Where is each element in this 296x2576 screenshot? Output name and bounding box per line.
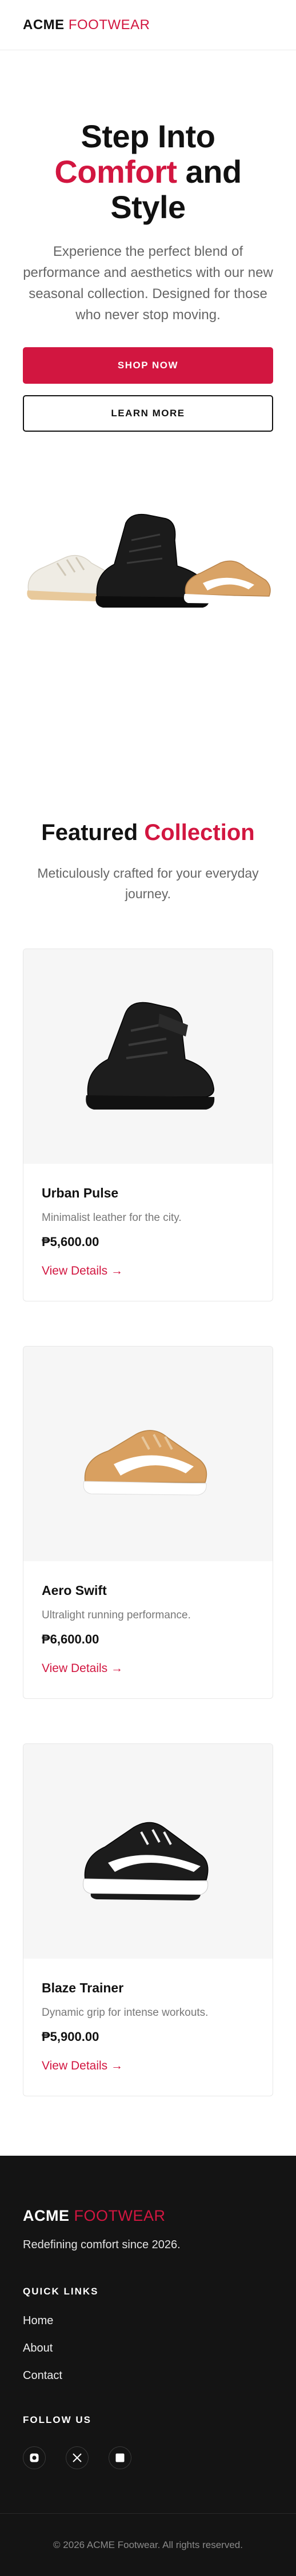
square-icon bbox=[115, 2453, 125, 2462]
product-price: ₱5,600.00 bbox=[42, 1235, 99, 1249]
product-card-body: Aero Swift Ultralight running performanc… bbox=[23, 1561, 273, 1698]
footer-brand-logo[interactable]: ACME FOOTWEAR bbox=[23, 2207, 273, 2225]
learn-more-button[interactable]: LEARN MORE bbox=[23, 395, 273, 432]
shop-now-button[interactable]: SHOP NOW bbox=[23, 347, 273, 384]
brand-logo[interactable]: ACME FOOTWEAR bbox=[23, 17, 150, 33]
quick-links-heading: QUICK LINKS bbox=[23, 2286, 99, 2297]
hero-title: Step Into Comfort and Style bbox=[23, 119, 273, 225]
product-description: Ultralight running performance. bbox=[42, 1609, 191, 1621]
footer-link-contact[interactable]: Contact bbox=[23, 2369, 273, 2382]
product-name[interactable]: Blaze Trainer bbox=[42, 1980, 254, 1996]
hero-title-line3: Style bbox=[110, 189, 186, 225]
footer-tagline: Redefining comfort since 2026. bbox=[23, 2239, 181, 2251]
product-image-black-white-trainer[interactable] bbox=[23, 1744, 273, 1959]
hero-sneakers-image bbox=[23, 477, 273, 649]
black-white-trainer-icon bbox=[83, 1822, 209, 1900]
product-image-black-high-top[interactable] bbox=[23, 949, 273, 1164]
product-description: Minimalist leather for the city. bbox=[42, 1212, 182, 1224]
view-details-link[interactable]: View Details → bbox=[42, 1264, 123, 1278]
product-name[interactable]: Urban Pulse bbox=[42, 1185, 254, 1201]
three-sneakers-illustration bbox=[27, 513, 271, 608]
site-footer: ACME FOOTWEAR Redefining comfort since 2… bbox=[0, 2156, 296, 2576]
product-price: ₱6,600.00 bbox=[42, 1632, 99, 1646]
instagram-button[interactable] bbox=[23, 2446, 46, 2469]
x-button[interactable] bbox=[66, 2446, 89, 2469]
product-card-body: Urban Pulse Minimalist leather for the c… bbox=[23, 1164, 273, 1301]
brand-accent: FOOTWEAR bbox=[68, 17, 150, 33]
social-links bbox=[23, 2446, 273, 2469]
brand-main: ACME bbox=[23, 17, 65, 33]
hero-title-line1: Step Into bbox=[81, 118, 215, 154]
featured-title: Featured Collection bbox=[23, 820, 273, 846]
product-card-body: Blaze Trainer Dynamic grip for intense w… bbox=[23, 1959, 273, 2096]
product-card[interactable]: Aero Swift Ultralight running performanc… bbox=[23, 1346, 273, 1699]
product-price: ₱5,900.00 bbox=[42, 2030, 99, 2044]
hero-section: Step Into Comfort and Style Experience t… bbox=[0, 50, 296, 649]
product-card[interactable]: Urban Pulse Minimalist leather for the c… bbox=[23, 949, 273, 1301]
x-icon bbox=[73, 2453, 82, 2462]
instagram-icon bbox=[30, 2453, 39, 2462]
footer-link-about[interactable]: About bbox=[23, 2342, 273, 2355]
product-description: Dynamic grip for intense workouts. bbox=[42, 2007, 209, 2019]
social-square-button[interactable] bbox=[109, 2446, 131, 2469]
product-name[interactable]: Aero Swift bbox=[42, 1583, 254, 1598]
hero-subtitle: Experience the perfect blend of performa… bbox=[23, 244, 273, 323]
featured-title-accent: Collection bbox=[144, 820, 255, 845]
footer-link-home[interactable]: Home bbox=[23, 2314, 273, 2328]
view-details-link[interactable]: View Details → bbox=[42, 2059, 123, 2073]
copyright: © 2026 ACME Footwear. All rights reserve… bbox=[0, 2513, 296, 2576]
quick-links-list: Home About Contact bbox=[23, 2314, 273, 2382]
site-header: ACME FOOTWEAR bbox=[0, 0, 296, 50]
hero-title-line2: Comfort and bbox=[23, 154, 273, 190]
tan-low-top-sneaker-icon bbox=[83, 1430, 207, 1496]
view-details-link[interactable]: View Details → bbox=[42, 1662, 123, 1675]
hero-title-and: and bbox=[185, 154, 242, 190]
featured-subtitle: Meticulously crafted for your everyday j… bbox=[37, 866, 259, 901]
black-high-top-sneaker-icon bbox=[86, 1002, 215, 1110]
featured-title-main: Featured bbox=[41, 820, 138, 845]
featured-collection: Featured Collection Meticulously crafted… bbox=[0, 820, 296, 2113]
product-image-tan-low-top[interactable] bbox=[23, 1347, 273, 1561]
footer-brand-accent: FOOTWEAR bbox=[74, 2207, 166, 2224]
follow-us-heading: FOLLOW US bbox=[23, 2414, 91, 2425]
footer-brand-main: ACME bbox=[23, 2207, 70, 2224]
product-card[interactable]: Blaze Trainer Dynamic grip for intense w… bbox=[23, 1743, 273, 2096]
hero-title-accent: Comfort bbox=[54, 154, 177, 190]
